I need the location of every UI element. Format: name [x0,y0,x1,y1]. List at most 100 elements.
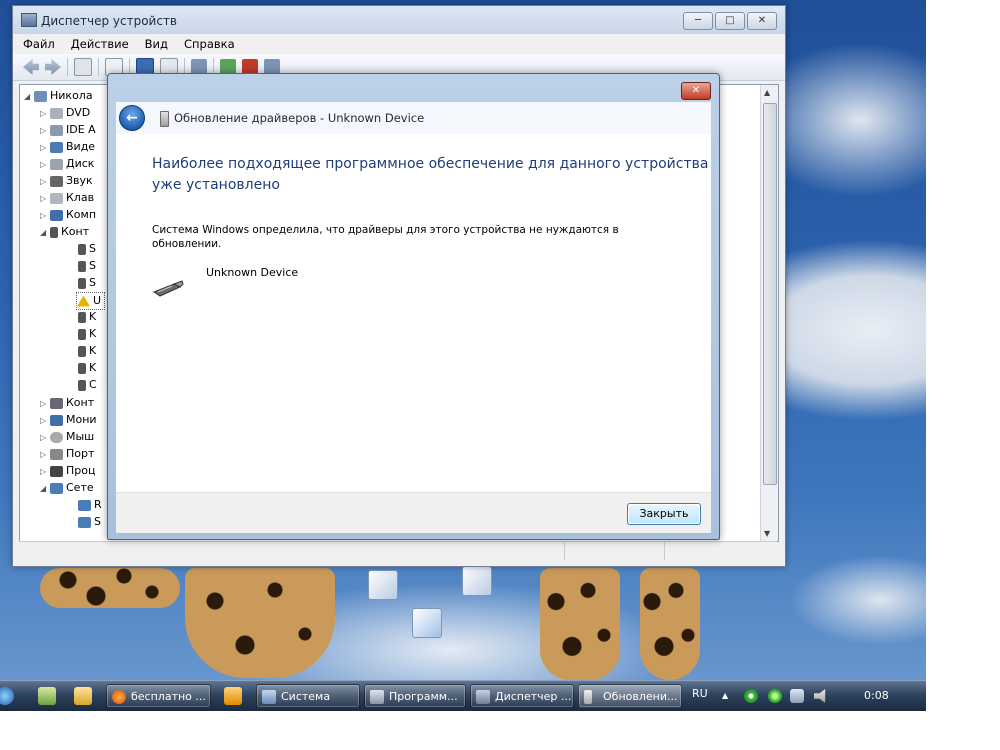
tree-item-monitors[interactable]: ▷ Мони [40,412,97,428]
green-status-icon[interactable] [744,689,758,703]
monitor-icon [50,209,63,221]
tree-item-video[interactable]: ▷ Виде [40,139,95,155]
taskbar-button-browser[interactable]: бесплатно ... [106,684,211,708]
language-indicator[interactable]: RU [692,687,708,700]
tree-item-usb-child[interactable]: K [78,309,96,325]
tree-item-keyboard[interactable]: ▷ Клав [40,190,94,206]
maximize-button[interactable]: □ [715,12,745,30]
tree-item-sound[interactable]: ▷ Звук [40,173,93,189]
scroll-down-arrow-icon[interactable]: ▼ [764,529,770,538]
tree-item-label: DVD [66,106,91,119]
device-manager-icon [476,690,490,704]
media-player-icon[interactable] [224,687,242,705]
collapse-triangle-icon[interactable]: ◢ [40,225,50,241]
taskbar-button-system[interactable]: Система [256,684,360,708]
dialog-close-button[interactable]: ✕ [681,82,711,100]
tree-item-usb-controllers[interactable]: ◢ Конт [40,224,89,240]
close-button[interactable]: ✕ [747,12,777,30]
usb-icon [78,328,86,340]
collapse-triangle-icon[interactable]: ◢ [40,481,50,497]
network-adapter-icon [78,499,91,511]
collapse-triangle-icon[interactable]: ◢ [24,89,34,105]
tree-item-unknown-device[interactable]: U [76,292,106,310]
video-adapter-icon [50,141,63,153]
tree-item-network-child[interactable]: S [78,514,101,530]
scrollbar-thumb[interactable] [763,103,777,485]
tree-item-controllers-2[interactable]: ▷ Конт [40,395,94,411]
expand-triangle-icon[interactable]: ▷ [40,430,50,446]
glasses-icon[interactable] [790,689,804,703]
forward-arrow-icon[interactable] [45,59,61,75]
expand-triangle-icon[interactable]: ▷ [40,413,50,429]
volume-icon[interactable] [814,689,826,703]
expand-triangle-icon[interactable]: ▷ [40,208,50,224]
dialog-footer: Закрыть [116,492,711,533]
expand-triangle-icon[interactable]: ▷ [40,157,50,173]
show-desktop-icon[interactable] [38,687,56,705]
green-status-icon-2[interactable] [768,689,782,703]
tree-item-usb-child[interactable]: K [78,326,96,342]
show-hidden-icons-icon[interactable]: ▲ [722,689,736,703]
expand-triangle-icon[interactable]: ▷ [40,174,50,190]
tree-item-usb-child[interactable]: S [78,258,96,274]
desktop-installer-icon[interactable] [412,608,442,638]
expand-triangle-icon[interactable]: ▷ [40,106,50,122]
tree-item-network[interactable]: ◢ Сете [40,480,94,496]
tree-item-label: U [93,294,102,307]
warning-icon [77,295,90,307]
menu-help[interactable]: Справка [184,37,235,51]
menu-action[interactable]: Действие [71,37,129,51]
toolbar-separator [67,58,68,76]
desktop-shortcut-icon-2[interactable] [462,566,492,596]
back-arrow-icon[interactable]: ← [119,105,145,131]
folder-icon[interactable] [74,687,92,705]
start-orb-icon[interactable] [0,687,14,705]
close-dialog-button[interactable]: Закрыть [627,503,701,525]
tree-item-label: S [89,242,96,255]
taskbar-button-update-driver[interactable]: Обновлени... [578,684,682,708]
show-hide-tree-icon[interactable] [74,58,92,76]
expand-triangle-icon[interactable]: ▷ [40,140,50,156]
expand-triangle-icon[interactable]: ▷ [40,447,50,463]
usb-icon [78,345,86,357]
clock[interactable]: 0:08 [864,689,889,702]
tree-item-mice[interactable]: ▷ Мыш [40,429,94,445]
desktop-shortcut-icon[interactable] [368,570,398,600]
tree-item-label: Диск [66,157,95,170]
tree-item-processors[interactable]: ▷ Проц [40,463,95,479]
tree-scrollbar[interactable]: ▲ ▼ [760,85,778,541]
tree-item-computer[interactable]: ◢ Никола [24,88,93,104]
back-arrow-icon[interactable] [23,59,39,75]
tree-item-computer-type[interactable]: ▷ Комп [40,207,96,223]
menu-file[interactable]: Файл [23,37,55,51]
tree-item-usb-child[interactable]: S [78,241,96,257]
menu-view[interactable]: Вид [145,37,168,51]
scroll-up-arrow-icon[interactable]: ▲ [764,88,770,97]
tree-item-ports[interactable]: ▷ Порт [40,446,94,462]
system-icon [262,690,276,704]
keyboard-icon [50,192,63,204]
minimize-button[interactable]: ─ [683,12,713,30]
tree-item-usb-child[interactable]: K [78,360,96,376]
tree-item-ide[interactable]: ▷ IDE A [40,122,96,138]
device-manager-titlebar[interactable]: Диспетчер устройств ─ □ ✕ [13,6,785,34]
tree-item-label: Порт [66,447,95,460]
update-icon [584,690,592,704]
expand-triangle-icon[interactable]: ▷ [40,123,50,139]
tree-item-dvd[interactable]: ▷ DVD [40,105,90,121]
expand-triangle-icon[interactable]: ▷ [40,396,50,412]
taskbar-button-label: Обновлени... [603,690,678,703]
tree-item-usb-child[interactable]: S [78,275,96,291]
tree-item-network-child[interactable]: R [78,497,102,513]
expand-triangle-icon[interactable]: ▷ [40,191,50,207]
taskbar-button-device-manager[interactable]: Диспетчер ... [470,684,574,708]
usb-icon [50,226,58,238]
tree-item-usb-child[interactable]: C [78,377,97,393]
network-adapter-icon [50,482,63,494]
tree-item-disk[interactable]: ▷ Диск [40,156,94,172]
expand-triangle-icon[interactable]: ▷ [40,464,50,480]
ide-controller-icon [50,124,63,136]
dialog-content: Наиболее подходящее программное обеспече… [116,134,711,492]
tree-item-usb-child[interactable]: K [78,343,96,359]
taskbar-button-programs[interactable]: Программ... [364,684,466,708]
